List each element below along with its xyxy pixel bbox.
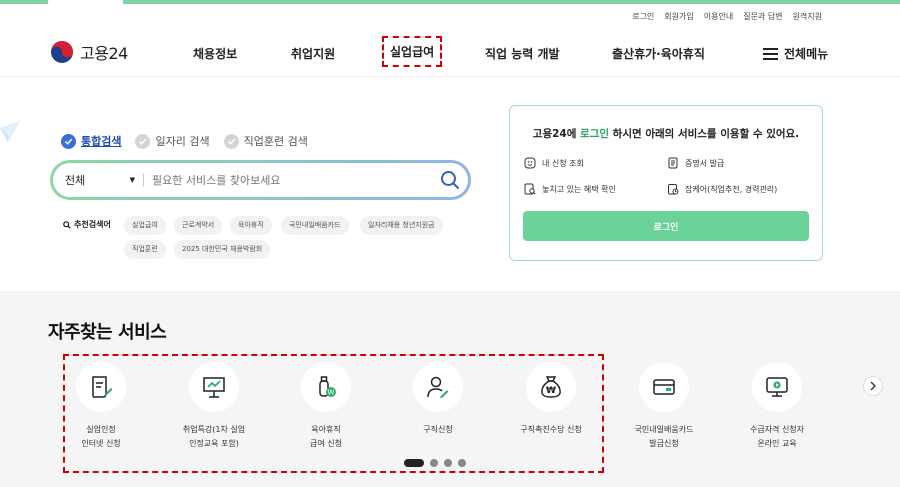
svg-text:W: W <box>328 389 335 397</box>
recommended-keywords-label: 추천검색어 <box>63 219 111 230</box>
document-pen-icon <box>92 376 113 398</box>
service-label: 육아휴직 급여 신청 <box>310 425 342 448</box>
login-benefits-box: 고용24에 로그인 하시면 아래의 서비스를 이용할 수 있어요. 내 신청 조… <box>509 105 823 261</box>
check-circle-icon <box>135 133 151 149</box>
title-post: 하시면 아래의 서비스를 이용할 수 있어요. <box>609 128 800 140</box>
login-button[interactable]: 로그인 <box>523 211 809 241</box>
money-bag-icon: ₩ <box>541 376 561 398</box>
caret-down-icon: ▼ <box>129 176 135 184</box>
login-box-title: 고용24에 로그인 하시면 아래의 서비스를 이용할 수 있어요. <box>510 126 822 141</box>
jobcare-link[interactable]: 잡케어(직업추천, 경력관리) <box>667 183 777 195</box>
keyword-chip[interactable]: 실업급여 <box>124 216 166 235</box>
presentation-board-icon <box>203 377 225 398</box>
utility-links: 로그인 회원가입 이용안내 질문과 답변 원격지원 <box>632 11 822 22</box>
keyword-chip[interactable]: 육아휴직 <box>230 216 272 235</box>
util-qna-link[interactable]: 질문과 답변 <box>743 11 782 22</box>
item-label: 잡케어(직업추천, 경력관리) <box>685 184 778 194</box>
tab-job-search[interactable]: 일자리 검색 <box>135 133 210 149</box>
service-online-education[interactable]: 수급자격 신청자 온라인 교육 <box>729 362 825 451</box>
nav-parental-leave[interactable]: 출산휴가·육아휴직 <box>612 45 705 62</box>
site-logo[interactable]: 고용24 <box>50 40 128 64</box>
paper-plane-decoration-icon <box>0 120 21 142</box>
header-divider <box>0 76 900 77</box>
service-label: 실업인정 인터넷 신청 <box>81 425 121 448</box>
item-label: 놓치고 있는 혜택 확인 <box>542 184 616 194</box>
util-signup-link[interactable]: 회원가입 <box>664 11 693 22</box>
svg-text:₩: ₩ <box>546 386 556 396</box>
card-icon <box>653 379 675 395</box>
search-button[interactable] <box>432 170 468 190</box>
nav-vocational-training[interactable]: 직업 능력 개발 <box>485 45 560 62</box>
title-login-link[interactable]: 로그인 <box>580 128 609 140</box>
keyword-chip[interactable]: 직업훈련 <box>124 240 166 259</box>
service-parental-leave-benefit[interactable]: W 육아휴직 급여 신청 <box>278 362 374 451</box>
service-job-promotion-allowance[interactable]: ₩ 구직촉진수당 신청 <box>503 362 599 437</box>
page-dot-4[interactable] <box>458 459 466 467</box>
top-accent-bar <box>0 0 900 4</box>
util-remote-support-link[interactable]: 원격지원 <box>793 11 822 22</box>
service-label: 국민내일배움카드 발급신청 <box>634 425 694 448</box>
page-dot-3[interactable] <box>444 459 452 467</box>
search-category-select[interactable]: 전체 ▼ <box>53 172 143 188</box>
missed-benefits-check[interactable]: 놓치고 있는 혜택 확인 <box>524 183 616 195</box>
nav-jobs[interactable]: 채용정보 <box>193 45 237 62</box>
tab-integrated-search[interactable]: 통합검색 <box>61 133 121 149</box>
search-category-value: 전체 <box>65 174 86 187</box>
tab-label: 통합검색 <box>81 135 122 148</box>
check-circle-icon <box>61 133 76 149</box>
service-learning-card[interactable]: 국민내일배움카드 발급신청 <box>616 362 712 451</box>
clipboard-clock-icon <box>668 184 679 195</box>
title-pre: 고용24에 <box>532 128 581 140</box>
search-input[interactable] <box>144 173 432 187</box>
nav-unemployment-benefit[interactable]: 실업급여 <box>382 36 443 67</box>
baby-bottle-won-icon: W <box>319 376 336 397</box>
certificate-icon <box>668 157 678 169</box>
smile-face-icon <box>524 157 536 169</box>
person-pen-icon <box>427 376 449 399</box>
certificate-issuance[interactable]: 증명서 발급 <box>667 157 724 169</box>
keyword-chip[interactable]: 2025 대한민국 채용박람회 <box>174 240 271 259</box>
my-application-lookup[interactable]: 내 신청 조회 <box>524 157 584 169</box>
search-tabs: 통합검색 일자리 검색 직업훈련 검색 <box>61 133 308 149</box>
util-login-link[interactable]: 로그인 <box>632 11 654 22</box>
carousel-next-button[interactable] <box>863 376 883 396</box>
service-label: 취업특강(1차 실업 인정교육 포함) <box>182 425 246 448</box>
brand-name: 고용24 <box>80 44 128 63</box>
monitor-play-icon <box>766 377 788 397</box>
search-icon <box>441 171 459 189</box>
service-label: 수급자격 신청자 온라인 교육 <box>749 425 805 448</box>
taegeuk-logo-icon <box>51 41 73 63</box>
tab-training-search[interactable]: 직업훈련 검색 <box>223 133 308 149</box>
check-circle-icon <box>223 133 239 149</box>
document-search-icon <box>524 183 536 195</box>
service-employment-lecture[interactable]: 취업특강(1차 실업 인정교육 포함) <box>166 362 262 451</box>
item-label: 내 신청 조회 <box>542 158 584 168</box>
nav-employment-support[interactable]: 취업지원 <box>291 45 335 62</box>
keyword-chip[interactable]: 국민내일배움카드 <box>281 216 349 235</box>
item-label: 증명서 발급 <box>685 158 725 168</box>
service-label: 구직신청 <box>423 425 453 434</box>
all-menu-label: 전체메뉴 <box>784 47 829 61</box>
keyword-chip[interactable]: 근로계약서 <box>174 216 223 235</box>
tab-label: 일자리 검색 <box>155 135 210 148</box>
all-menu-button[interactable]: 전체메뉴 <box>763 45 828 62</box>
keyword-chip[interactable]: 일자리채용 청년지원금 <box>360 216 443 235</box>
page-dot-2[interactable] <box>430 459 438 467</box>
util-guide-link[interactable]: 이용안내 <box>704 11 733 22</box>
hamburger-icon <box>763 48 778 60</box>
service-job-application[interactable]: 구직신청 <box>390 362 486 437</box>
service-label: 구직촉진수당 신청 <box>520 425 582 434</box>
tab-label: 직업훈련 검색 <box>243 135 308 148</box>
carousel-pagination <box>404 459 466 467</box>
section-title: 자주찾는 서비스 <box>48 322 167 343</box>
search-bar: 전체 ▼ <box>50 160 471 200</box>
reco-label-text: 추천검색어 <box>74 220 111 229</box>
search-icon <box>63 220 71 229</box>
service-unemployment-recognition[interactable]: 실업인정 인터넷 신청 <box>53 362 149 451</box>
page-dot-1[interactable] <box>404 459 424 467</box>
chevron-right-icon <box>870 381 876 391</box>
